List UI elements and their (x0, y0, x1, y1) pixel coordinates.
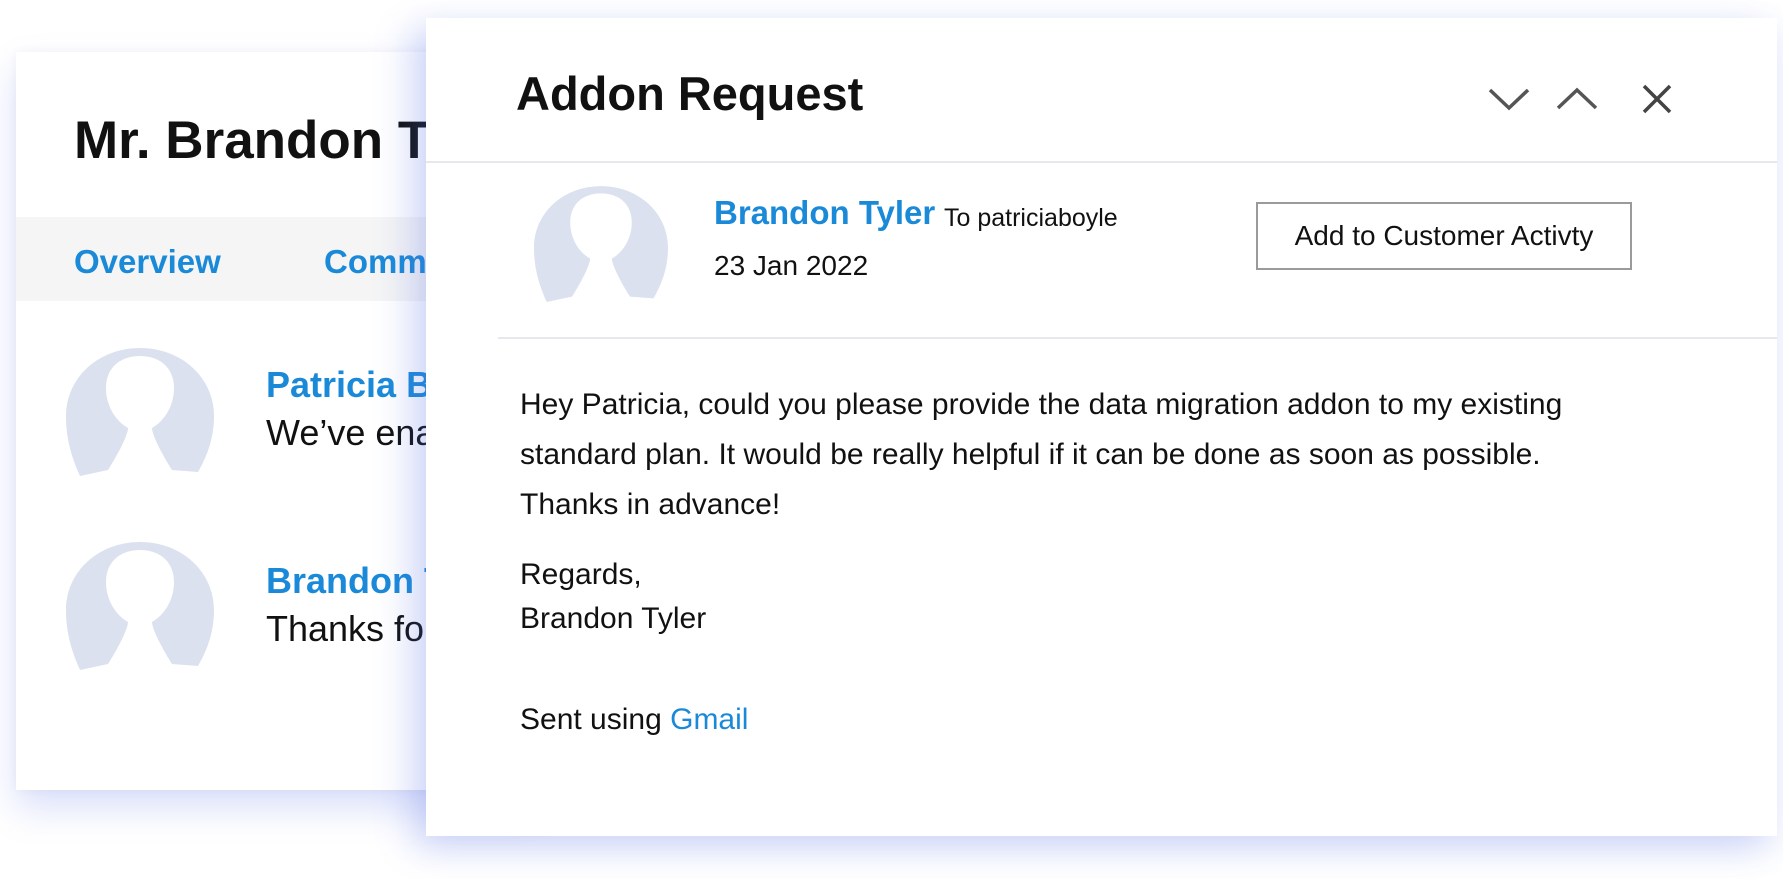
previous-email-button[interactable] (1552, 74, 1602, 124)
conversation-author[interactable]: Brandon T (266, 560, 446, 602)
tab-communications[interactable]: Comm (324, 243, 427, 281)
gmail-link[interactable]: Gmail (670, 703, 748, 736)
conversation-author[interactable]: Patricia B (266, 364, 432, 406)
next-email-button[interactable] (1484, 74, 1534, 124)
email-signature: Brandon Tyler (520, 602, 707, 635)
email-body-line: standard plan. It would be really helpfu… (520, 438, 1541, 471)
sender-name[interactable]: Brandon Tyler (714, 194, 935, 232)
email-subject: Addon Request (516, 67, 864, 120)
tab-overview[interactable]: Overview (74, 243, 221, 281)
avatar (66, 348, 214, 476)
contact-name-title: Mr. Brandon Ty (74, 111, 456, 170)
avatar (534, 186, 668, 303)
avatar (66, 542, 214, 670)
conversation-snippet: We’ve ena (266, 412, 436, 453)
add-to-customer-activity-button[interactable]: Add to Customer Activty (1256, 202, 1632, 270)
header-divider (426, 161, 1777, 163)
sent-using-line: Sent using Gmail (520, 695, 748, 745)
email-signoff: Regards, (520, 558, 642, 591)
email-body-line: Thanks in advance! (520, 488, 781, 521)
conversation-snippet: Thanks fo (266, 608, 425, 649)
email-detail-panel: Addon Request Brandon Tyler To patriciab… (426, 18, 1777, 836)
email-date: 23 Jan 2022 (714, 250, 869, 281)
chevron-up-icon (1556, 87, 1598, 110)
close-icon (1642, 84, 1672, 114)
close-button[interactable] (1632, 74, 1682, 124)
email-body-line: Hey Patricia, could you please provide t… (520, 388, 1563, 421)
sent-using-prefix: Sent using (520, 703, 671, 736)
chevron-down-icon (1488, 88, 1530, 111)
recipient-label: To patriciaboyle (944, 204, 1118, 232)
body-divider (498, 337, 1777, 339)
